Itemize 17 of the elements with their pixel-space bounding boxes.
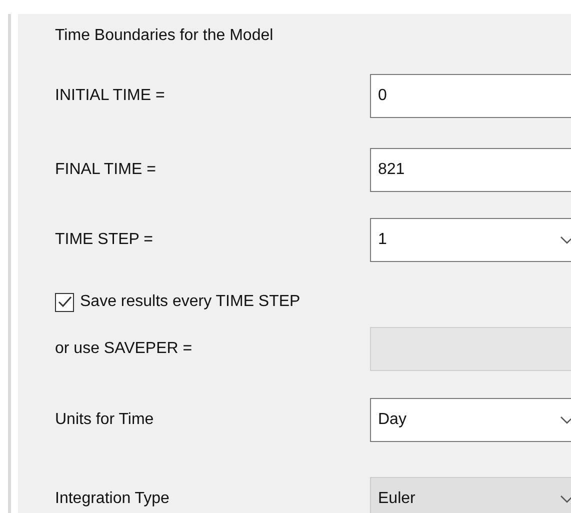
chevron-down-icon <box>560 236 571 244</box>
field-label: INITIAL TIME = <box>55 87 166 105</box>
field-label: or use SAVEPER = <box>55 340 194 358</box>
chevron-down-icon <box>560 416 571 424</box>
dropdown[interactable]: Day <box>370 398 571 442</box>
input-field[interactable]: 0 <box>370 74 571 118</box>
checkbox[interactable] <box>55 292 74 312</box>
chevron-down-icon <box>560 495 571 503</box>
field-label: FINAL TIME = <box>55 161 157 179</box>
field-label: TIME STEP = <box>55 231 154 249</box>
dropdown[interactable]: 1 <box>370 218 571 262</box>
field-label: Units for Time <box>55 411 155 429</box>
field-label: Integration Type <box>55 490 170 508</box>
checkmark-icon <box>58 296 72 308</box>
section-title: Time Boundaries for the Model <box>55 26 274 46</box>
input-field[interactable]: 821 <box>370 148 571 192</box>
checkbox-label: Save results every TIME STEP <box>80 293 300 311</box>
